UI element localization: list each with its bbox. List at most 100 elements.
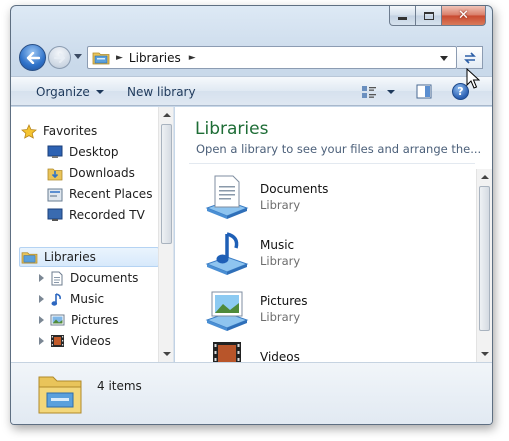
minimize-icon [398,17,407,20]
forward-arrow-icon [53,52,65,63]
back-button[interactable] [19,44,46,71]
library-name: Pictures [260,294,308,308]
library-item-documents[interactable]: Documents Library [203,174,453,224]
item-count: 4 items [97,379,142,393]
nav-desktop[interactable]: Desktop [47,142,119,162]
details-pane: 4 items [11,362,492,424]
close-icon: ✕ [458,8,469,23]
library-item-pictures[interactable]: Pictures Library [203,286,453,336]
music-icon [51,292,61,306]
expand-arrow-icon[interactable] [39,316,44,324]
scrollbar-thumb[interactable] [479,186,490,331]
page-title: Libraries [195,119,269,139]
chevron-down-icon [387,89,395,94]
breadcrumb-libraries[interactable]: Libraries [129,51,181,65]
expand-arrow-icon[interactable] [39,295,44,303]
maximize-icon [423,11,434,20]
back-arrow-icon [26,51,40,64]
nav-music-label: Music [70,292,105,306]
library-type: Library [260,198,301,212]
minimize-button[interactable] [389,6,416,26]
libraries-folder-icon [21,252,38,264]
nav-documents[interactable]: Documents [39,268,138,288]
library-type: Library [260,310,301,324]
music-library-icon [205,232,249,275]
nav-music[interactable]: Music [39,289,104,309]
navigation-bar: ► Libraries ► [11,41,492,75]
desktop-icon [47,145,63,158]
nav-favorites-label: Favorites [43,124,98,138]
command-bar: Organize New library ? [11,76,492,106]
mouse-pointer-icon [466,68,480,89]
page-subtitle: Open a library to see your files and arr… [196,142,482,156]
content-pane: Libraries Open a library to see your fil… [175,107,492,362]
library-name: Music [260,238,295,252]
change-view-button[interactable] [361,77,377,106]
address-history-dropdown[interactable] [440,56,448,61]
close-button[interactable]: ✕ [442,6,486,26]
nav-videos[interactable]: Videos [39,331,111,351]
nav-recent-places-label: Recent Places [69,187,153,201]
caption-buttons: ✕ [389,6,486,26]
nav-recorded-tv[interactable]: Recorded TV [47,205,145,225]
expand-arrow-icon[interactable] [39,274,44,282]
videos-library-icon [213,342,241,362]
library-item-music[interactable]: Music Library [203,230,453,280]
more-views-button[interactable] [387,77,395,106]
refresh-button[interactable] [457,46,483,69]
documents-icon [51,271,63,285]
nav-recent-places[interactable]: Recent Places [47,184,152,204]
preview-pane-button[interactable] [416,77,432,106]
breadcrumb-separator-icon[interactable]: ► [116,53,123,63]
scroll-up-icon[interactable] [481,175,489,179]
libraries-folder-icon [38,376,82,414]
expand-arrow-icon[interactable] [39,337,44,345]
content-scrollbar[interactable] [476,169,492,362]
videos-icon [51,335,64,347]
libraries-folder-icon [92,52,110,65]
recorded-tv-icon [47,208,63,221]
documents-library-icon [205,175,249,219]
downloads-folder-icon [47,168,63,180]
nav-pictures[interactable]: Pictures [39,310,119,330]
refresh-icon [463,51,476,64]
nav-libraries[interactable]: Libraries [19,247,159,267]
scroll-down-icon[interactable] [163,352,171,356]
library-name: Videos [260,350,300,362]
star-icon [21,123,37,139]
explorer-window: ✕ ► Libraries ► Organize New library ? F… [10,5,493,425]
breadcrumb-separator-icon[interactable]: ► [189,53,196,63]
navigation-scrollbar[interactable] [158,107,173,362]
pictures-icon [50,314,65,326]
view-details-icon [362,85,376,98]
nav-videos-label: Videos [71,334,111,348]
library-name: Documents [260,182,329,196]
organize-label: Organize [36,84,90,99]
recent-pages-dropdown[interactable] [74,54,82,59]
new-library-label: New library [127,84,196,99]
nav-libraries-label: Libraries [44,250,96,264]
scroll-up-icon[interactable] [163,113,171,117]
nav-pictures-label: Pictures [71,313,119,327]
header-divider [189,163,475,164]
recent-places-icon [47,188,63,201]
nav-recorded-tv-label: Recorded TV [69,208,145,222]
library-item-videos[interactable]: Videos [203,342,453,362]
forward-button[interactable] [48,46,71,69]
organize-button[interactable]: Organize [36,77,104,106]
address-bar[interactable]: ► Libraries ► [87,46,457,69]
preview-pane-icon [416,84,432,99]
library-type: Library [260,254,301,268]
nav-downloads-label: Downloads [69,166,135,180]
scroll-down-icon[interactable] [481,352,489,356]
nav-documents-label: Documents [70,271,139,285]
chevron-down-icon [95,89,104,94]
new-library-button[interactable]: New library [127,77,196,106]
pictures-library-icon [205,291,249,331]
nav-favorites[interactable]: Favorites [21,121,97,141]
maximize-button[interactable] [416,6,442,26]
navigation-pane: Favorites Desktop Downloads Recent Place… [11,107,174,362]
nav-desktop-label: Desktop [69,145,119,159]
nav-downloads[interactable]: Downloads [47,163,135,183]
scrollbar-thumb[interactable] [161,124,172,244]
